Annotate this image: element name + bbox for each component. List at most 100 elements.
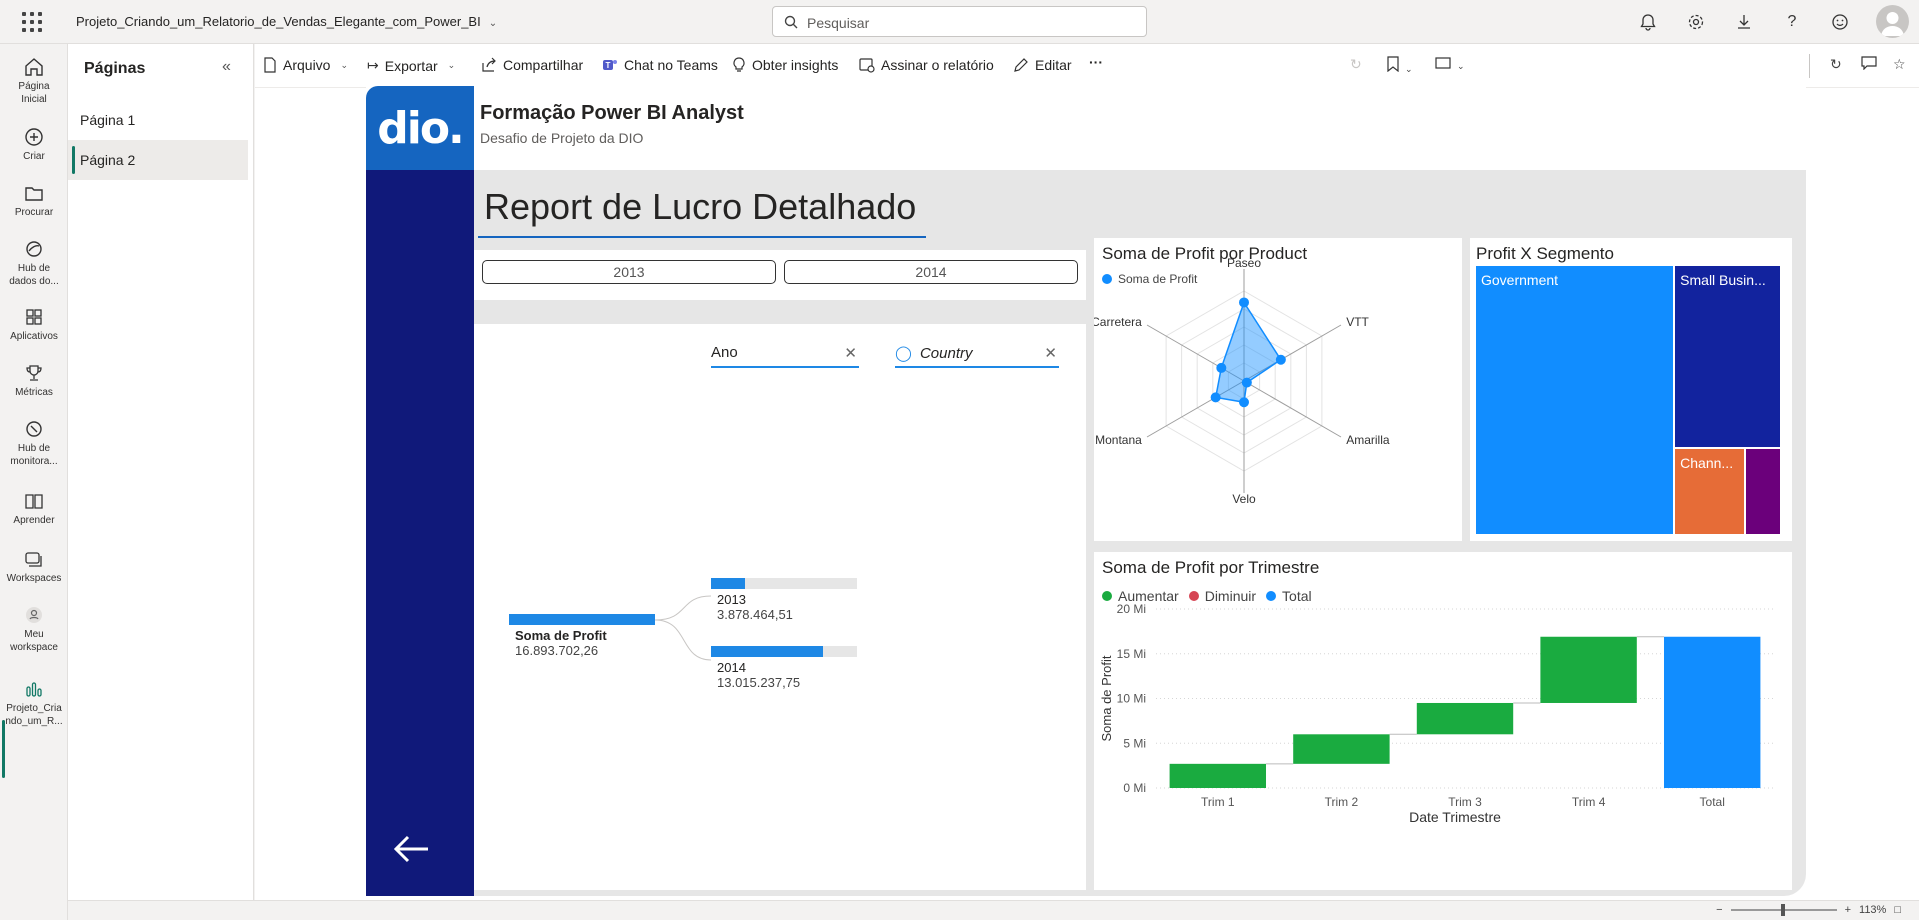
edit-button[interactable]: Editar bbox=[1013, 57, 1072, 73]
treemap-cell[interactable]: Small Busin... bbox=[1675, 266, 1780, 447]
nav-apps[interactable]: Aplicativos bbox=[0, 306, 68, 343]
lightbulb-icon bbox=[733, 57, 745, 72]
decomp-root-value: 16.893.702,26 bbox=[515, 643, 599, 658]
nav-create[interactable]: Criar bbox=[0, 126, 68, 163]
insights-button[interactable]: Obter insights bbox=[732, 57, 838, 73]
share-label: Compartilhar bbox=[503, 57, 584, 73]
subscribe-button[interactable]: Assinar o relatório bbox=[859, 57, 994, 73]
nav-monitor-hub-label: Hub de monitora... bbox=[10, 443, 58, 467]
book-icon bbox=[25, 494, 43, 509]
zoom-in-icon[interactable]: + bbox=[1845, 904, 1851, 916]
nav-learn[interactable]: Aprender bbox=[0, 490, 68, 527]
nav-create-label: Criar bbox=[23, 151, 45, 162]
pencil-icon bbox=[1014, 58, 1028, 72]
nav-workspaces[interactable]: Workspaces bbox=[0, 548, 68, 585]
nav-metrics[interactable]: Métricas bbox=[0, 362, 68, 399]
treemap-panel: Profit X Segmento Government Small Busin.… bbox=[1470, 238, 1792, 541]
report-filename[interactable]: Projeto_Criando_um_Relatorio_de_Vendas_E… bbox=[76, 14, 497, 29]
nav-monitor-hub[interactable]: Hub de monitora... bbox=[0, 418, 68, 468]
refresh-icon[interactable]: ↻ bbox=[1830, 56, 1842, 73]
zoom-out-icon[interactable]: − bbox=[1716, 904, 1722, 916]
apps-icon bbox=[26, 309, 42, 325]
waterfall-x-tick: Trim 2 bbox=[1325, 795, 1359, 809]
trophy-icon bbox=[26, 365, 42, 381]
nav-apps-label: Aplicativos bbox=[10, 331, 58, 342]
left-nav: Página Inicial Criar Procurar Hub de dad… bbox=[0, 44, 68, 920]
back-arrow-icon[interactable] bbox=[392, 834, 430, 869]
top-bar: Projeto_Criando_um_Relatorio_de_Vendas_E… bbox=[0, 0, 1919, 44]
pages-pane: Páginas « Página 1 Página 2 bbox=[68, 44, 254, 904]
waterfall-y-tick: 5 Mi bbox=[1123, 736, 1146, 750]
nav-browse[interactable]: Procurar bbox=[0, 182, 68, 219]
dio-logo: dio. bbox=[366, 86, 474, 170]
page-item-2[interactable]: Página 2 bbox=[68, 140, 248, 180]
decomp-node-2013-bar bbox=[711, 578, 745, 589]
slicer-button-2013[interactable]: 2013 bbox=[482, 260, 776, 284]
waterfall-chart[interactable]: 20 Mi 15 Mi 10 Mi 5 Mi 0 Mi Soma de Profit Dat… bbox=[1094, 552, 1792, 890]
download-icon[interactable] bbox=[1732, 10, 1756, 34]
radar-axis-label: Amarilla bbox=[1346, 433, 1390, 447]
zoom-slider-thumb[interactable] bbox=[1780, 904, 1785, 916]
export-menu-button[interactable]: ↦ Exportar ⌄ bbox=[367, 57, 455, 74]
plus-circle-icon bbox=[25, 128, 43, 146]
help-icon[interactable]: ? bbox=[1780, 10, 1804, 34]
bell-icon[interactable] bbox=[1636, 10, 1660, 34]
star-icon[interactable]: ☆ bbox=[1893, 56, 1906, 73]
chevron-down-icon: ⌄ bbox=[340, 59, 349, 70]
file-icon bbox=[264, 57, 276, 73]
treemap-cell[interactable]: Chann... bbox=[1675, 448, 1745, 534]
view-icon[interactable]: ⌄ bbox=[1435, 56, 1465, 72]
folder-icon bbox=[25, 187, 43, 201]
bookmark-icon[interactable]: ⌄ bbox=[1387, 56, 1413, 75]
treemap-cell[interactable]: Government bbox=[1476, 266, 1674, 534]
teams-chat-button[interactable]: T Chat no Teams bbox=[602, 57, 718, 73]
feedback-smiley-icon[interactable] bbox=[1828, 10, 1852, 34]
share-button[interactable]: Compartilhar bbox=[481, 57, 583, 73]
decomp-node-2013-track[interactable] bbox=[711, 578, 857, 589]
decomp-node-2013-value: 3.878.464,51 bbox=[717, 607, 793, 622]
waterfall-x-tick: Trim 1 bbox=[1201, 795, 1235, 809]
report-sidebar bbox=[366, 170, 474, 896]
page-item-1[interactable]: Página 1 bbox=[68, 100, 248, 140]
nav-current-report[interactable]: Projeto_Cria ndo_um_R... bbox=[0, 678, 68, 728]
more-options-button[interactable]: ··· bbox=[1089, 54, 1103, 70]
report-toolbar: Arquivo ⌄ ↦ Exportar ⌄ Compartilhar T Chat… bbox=[255, 44, 1919, 88]
comment-icon[interactable] bbox=[1861, 56, 1877, 73]
waterfall-bar bbox=[1540, 636, 1637, 703]
treemap-cell[interactable] bbox=[1746, 448, 1780, 534]
nav-learn-label: Aprender bbox=[13, 515, 55, 526]
nav-my-workspace-label: Meu workspace bbox=[10, 629, 58, 653]
nav-home[interactable]: Página Inicial bbox=[0, 56, 68, 106]
toolbar-divider bbox=[1809, 54, 1810, 78]
nav-data-hub-label: Hub de dados do... bbox=[9, 263, 59, 287]
gear-icon[interactable] bbox=[1684, 10, 1708, 34]
app-launcher-icon[interactable] bbox=[22, 12, 42, 32]
waterfall-bar bbox=[1663, 636, 1761, 788]
avatar[interactable] bbox=[1876, 5, 1909, 38]
my-workspace-icon bbox=[26, 607, 42, 623]
page-item-1-label: Página 1 bbox=[80, 112, 136, 128]
decomposition-tree: Ano ✕ ◯ Country ✕ Soma de Profit 16.893.… bbox=[474, 324, 1086, 890]
insights-label: Obter insights bbox=[752, 57, 839, 73]
waterfall-y-tick: 0 Mi bbox=[1123, 781, 1146, 795]
slicer-button-2014[interactable]: 2014 bbox=[784, 260, 1078, 284]
waterfall-x-label: Date Trimestre bbox=[1409, 809, 1501, 825]
decomp-node-2014-track[interactable] bbox=[711, 646, 857, 657]
zoom-slider[interactable] bbox=[1730, 904, 1837, 916]
search-input[interactable]: Pesquisar bbox=[772, 6, 1147, 37]
fit-page-icon[interactable]: □ bbox=[1894, 904, 1901, 916]
nav-my-workspace[interactable]: Meu workspace bbox=[0, 604, 68, 654]
nav-data-hub[interactable]: Hub de dados do... bbox=[0, 238, 68, 288]
file-menu-button[interactable]: Arquivo ⌄ bbox=[263, 57, 348, 73]
radar-chart[interactable]: Paseo VTT Amarilla Velo Montana Carretera bbox=[1094, 238, 1462, 541]
decomp-node-2014-value: 13.015.237,75 bbox=[717, 675, 801, 690]
zoom-level: 113% bbox=[1859, 904, 1887, 916]
waterfall-y-tick: 15 Mi bbox=[1117, 647, 1146, 661]
reset-icon[interactable]: ↻ bbox=[1350, 56, 1362, 73]
report-filename-text: Projeto_Criando_um_Relatorio_de_Vendas_E… bbox=[76, 14, 481, 29]
report-subtitle: Desafio de Projeto da DIO bbox=[480, 130, 644, 146]
collapse-pane-icon[interactable]: « bbox=[222, 58, 231, 76]
decomp-root-bar[interactable] bbox=[509, 614, 655, 625]
waterfall-bar bbox=[1416, 702, 1514, 735]
zoom-control[interactable]: − + 113% □ bbox=[1716, 904, 1901, 916]
